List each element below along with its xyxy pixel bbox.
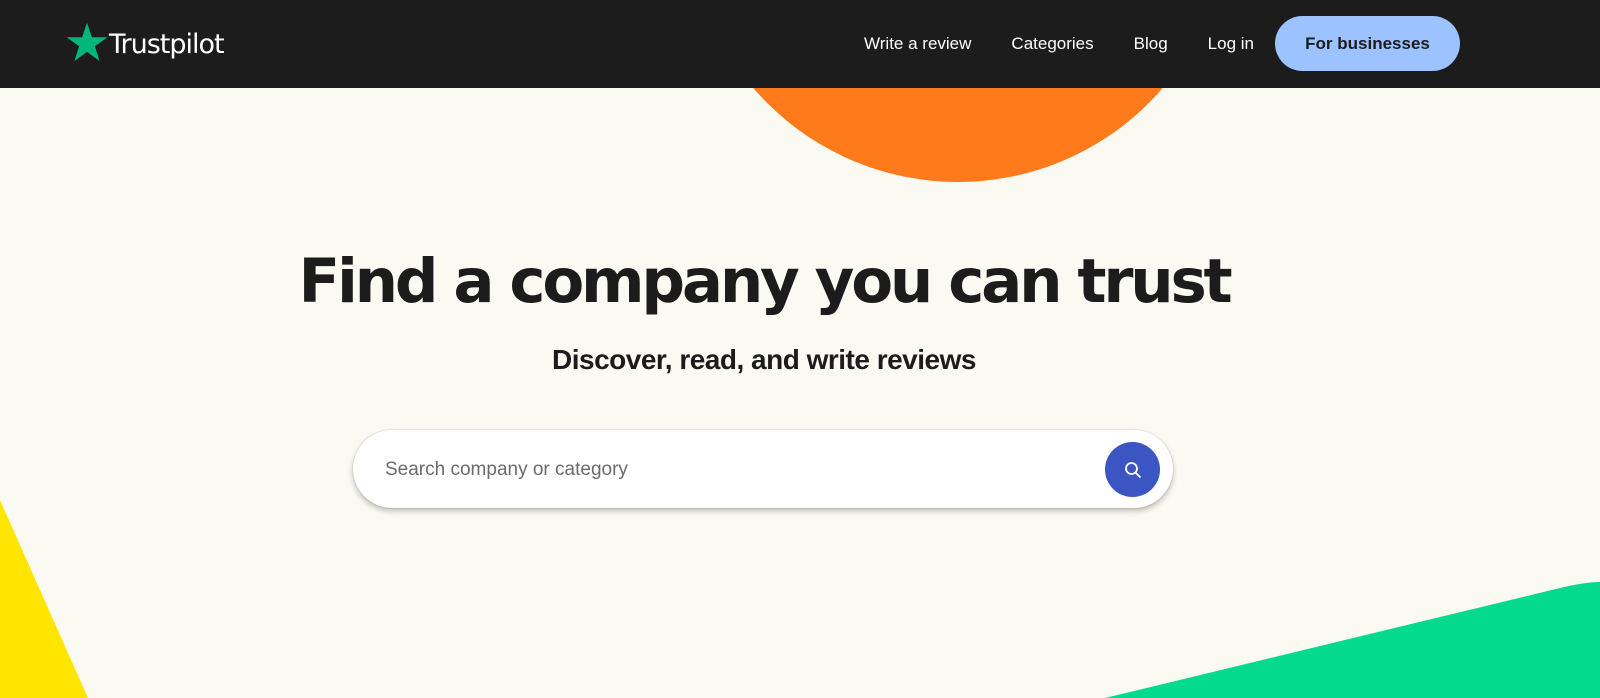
- yellow-triangle-shape: [0, 500, 88, 698]
- hero-subtitle: Discover, read, and write reviews: [552, 344, 976, 375]
- nav-categories-link[interactable]: Categories: [1011, 34, 1093, 54]
- nav-blog-link[interactable]: Blog: [1134, 34, 1168, 54]
- page: Trustpilot Write a review Categories Blo…: [0, 0, 1600, 698]
- green-wave-shape: [1105, 582, 1600, 698]
- main-nav: Write a review Categories Blog Log in Fo…: [864, 16, 1460, 71]
- search-button[interactable]: [1105, 442, 1160, 497]
- nav-write-review-link[interactable]: Write a review: [864, 34, 971, 54]
- for-businesses-button[interactable]: For businesses: [1275, 16, 1460, 71]
- search-icon: [1124, 461, 1141, 478]
- star-icon: [66, 22, 108, 61]
- search-input[interactable]: [383, 430, 1107, 510]
- nav-login-link[interactable]: Log in: [1208, 34, 1254, 54]
- hero-title: Find a company you can trust: [298, 246, 1232, 317]
- search-bar: [353, 430, 1173, 510]
- logo-wordmark: Trustpilot: [109, 28, 225, 60]
- top-navigation-bar: Trustpilot Write a review Categories Blo…: [0, 0, 1600, 88]
- trustpilot-logo-link[interactable]: Trustpilot: [66, 19, 225, 65]
